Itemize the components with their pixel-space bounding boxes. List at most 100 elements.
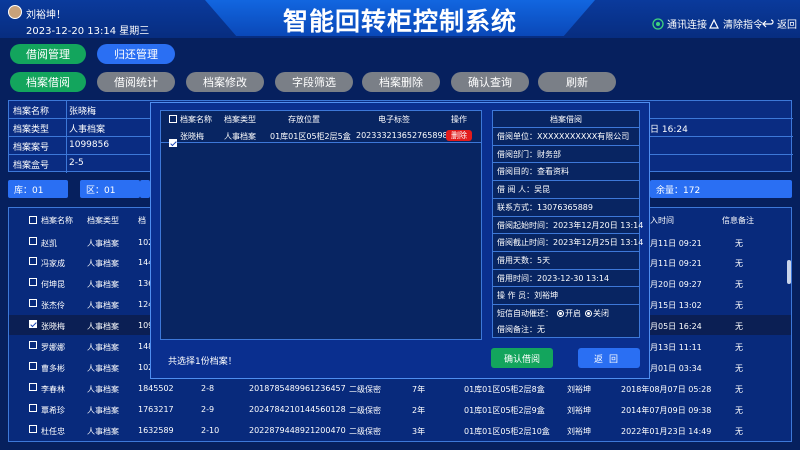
confirm-borrow-button[interactable]: 确认借阅 xyxy=(491,348,553,368)
cell-box: 2-8 xyxy=(201,384,215,393)
cell-tag: 2022879448921200470 xyxy=(249,426,346,435)
cell-type: 人事档案 xyxy=(87,322,119,331)
cell-time: 2014年07月09日 09:38 xyxy=(621,406,712,415)
cell-time: 2018年08月07日 05:28 xyxy=(621,385,712,394)
avatar[interactable] xyxy=(8,5,22,19)
detail-row: 借阅起始时间：2023年12月20日 13:14 xyxy=(493,215,643,234)
tab-borrow-management[interactable]: 借阅管理 xyxy=(10,44,86,64)
cell-name: 杜任忠 xyxy=(41,427,65,436)
row-checkbox[interactable] xyxy=(29,341,37,349)
sms-off-radio[interactable] xyxy=(585,310,592,317)
tab-return-management[interactable]: 归还管理 xyxy=(97,44,175,64)
subtab-confirm-query[interactable]: 确认查询 xyxy=(451,72,529,92)
col-note: 信息备注 xyxy=(722,216,754,225)
subtab-refresh[interactable]: 刷新 xyxy=(538,72,616,92)
sms-on-radio[interactable] xyxy=(557,310,564,317)
cell-note: 无 xyxy=(735,364,743,373)
cell-name: 赵凯 xyxy=(41,239,57,248)
row-checkbox[interactable] xyxy=(29,383,37,391)
sms-off-label: 关闭 xyxy=(593,309,609,318)
detail-row: 借用天数：5天 xyxy=(493,250,639,269)
clear-command-label: 清除指令 xyxy=(723,20,763,31)
subtab-borrow-stats[interactable]: 借阅统计 xyxy=(97,72,175,92)
cell-time: 月13日 11:11 xyxy=(650,343,702,352)
return-icon xyxy=(762,18,774,27)
cell-person: 刘裕坤 xyxy=(567,385,591,394)
info-time: 日 16:24 xyxy=(650,125,688,135)
modal-select-all-checkbox[interactable] xyxy=(169,115,177,123)
row-checkbox[interactable] xyxy=(29,257,37,265)
info-value: 人事档案 xyxy=(69,125,106,135)
cell-time: 月20日 09:27 xyxy=(650,280,702,289)
modal-col-name: 档案名称 xyxy=(180,115,212,124)
cell-type: 人事档案 xyxy=(87,343,119,352)
subtab-archive-delete[interactable]: 档案删除 xyxy=(362,72,440,92)
row-checkbox[interactable] xyxy=(29,362,37,370)
cell-time: 月11日 09:21 xyxy=(650,259,702,268)
cell-box: 2-10 xyxy=(201,426,220,435)
cell-position: 01库01区05柜2层10盒 xyxy=(464,427,550,436)
cell-note: 无 xyxy=(735,427,743,436)
modal-row-checkbox-checked[interactable] xyxy=(169,139,177,147)
sms-label: 短信自动催还： xyxy=(497,309,553,318)
row-checkbox[interactable] xyxy=(29,299,37,307)
detail-row: 借阅单位：XXXXXXXXXXX有限公司 xyxy=(493,127,639,145)
col-type: 档案类型 xyxy=(87,216,119,225)
clear-command-button[interactable]: 清除指令 xyxy=(708,16,763,31)
row-checkbox[interactable] xyxy=(29,237,37,245)
row-checkbox-checked[interactable] xyxy=(29,320,37,328)
cell-note: 无 xyxy=(735,406,743,415)
list-scrollbar[interactable] xyxy=(787,260,791,284)
cell-type: 人事档案 xyxy=(87,259,119,268)
info-label: 档案案号 xyxy=(13,143,50,153)
col-name: 档案名称 xyxy=(41,216,73,225)
modal-cell-position: 01库01区05柜2层5盒 xyxy=(270,132,351,141)
connect-button[interactable]: 通讯连接 xyxy=(652,16,707,31)
cell-note: 无 xyxy=(735,259,743,268)
modal-col-tag: 电子标签 xyxy=(378,115,410,124)
detail-row: 借 阅 人：吴昆 xyxy=(493,180,639,198)
table-row[interactable]: 杜任忠 人事档案 1632589 2-10 202287944892120047… xyxy=(9,420,791,440)
delete-button[interactable]: 删除 xyxy=(446,130,472,141)
row-checkbox[interactable] xyxy=(29,404,37,412)
cell-note: 无 xyxy=(735,343,743,352)
modal-col-type: 档案类型 xyxy=(224,115,256,124)
cell-years: 7年 xyxy=(412,385,426,394)
cell-note: 无 xyxy=(735,239,743,248)
col-code: 档 xyxy=(138,216,146,225)
cell-name: 覃希珍 xyxy=(41,406,65,415)
info-label: 档案名称 xyxy=(13,107,50,117)
cell-position: 01库01区05柜2层8盒 xyxy=(464,385,545,394)
modal-return-button[interactable]: 返回 xyxy=(578,348,640,368)
info-value: 2-5 xyxy=(69,158,84,168)
detail-row: 借阅部门：财务部 xyxy=(493,144,639,163)
subtab-field-filter[interactable]: 字段筛选 xyxy=(275,72,353,92)
select-all-checkbox[interactable] xyxy=(29,216,37,224)
cell-tag: 2024784210144560128 xyxy=(249,405,346,414)
selection-count: 共选择1份档案！ xyxy=(168,357,237,367)
detail-row: 联系方式：13076365889 xyxy=(493,197,639,216)
table-row[interactable]: 覃希珍 人事档案 1763217 2-9 2024784210144560128… xyxy=(9,399,791,419)
detail-row: 借阅截止时间：2023年12月25日 13:14 xyxy=(493,233,643,251)
subtab-archive-edit[interactable]: 档案修改 xyxy=(186,72,264,92)
row-checkbox[interactable] xyxy=(29,278,37,286)
warehouse-chip: 库：01 xyxy=(8,180,68,198)
cell-years: 3年 xyxy=(412,427,426,436)
user-name: 刘裕坤！ xyxy=(26,10,66,21)
remaining-chip: 余量：172 xyxy=(650,180,792,198)
cell-time: 月11日 09:21 xyxy=(650,239,702,248)
cell-level: 二级保密 xyxy=(349,427,381,436)
modal-col-action: 操作 xyxy=(451,115,467,124)
subtab-archive-borrow[interactable]: 档案借阅 xyxy=(10,72,86,92)
cell-note: 无 xyxy=(735,322,743,331)
date-time: 2023-12-20 13:14 星期三 xyxy=(26,26,150,37)
table-row[interactable]: 李春林 人事档案 1845502 2-8 2018785489961236457… xyxy=(9,378,791,398)
info-label: 档案盒号 xyxy=(13,161,50,171)
info-value: 1099856 xyxy=(69,140,110,150)
row-checkbox[interactable] xyxy=(29,425,37,433)
broom-icon xyxy=(709,18,719,29)
cell-type: 人事档案 xyxy=(87,364,119,373)
cell-note: 无 xyxy=(735,301,743,310)
return-button[interactable]: 返回 xyxy=(762,16,797,31)
modal-col-position: 存放位置 xyxy=(288,115,320,124)
